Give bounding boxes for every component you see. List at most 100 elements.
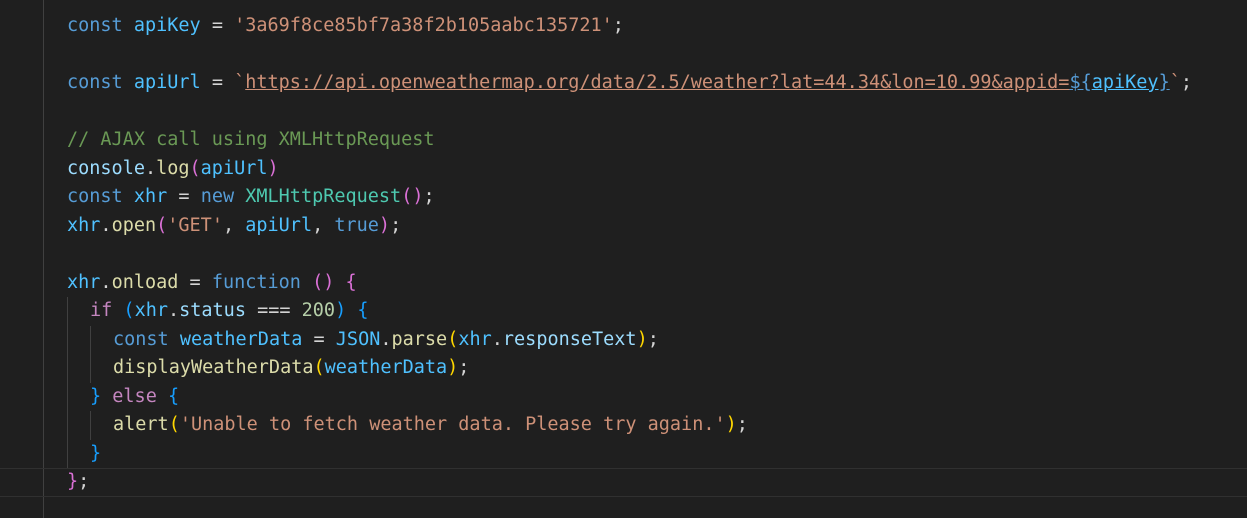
bracket: ()	[312, 272, 335, 293]
gutter-divider	[43, 0, 44, 518]
bracket: (	[156, 215, 168, 236]
indent-guide	[90, 326, 91, 383]
identifier: apiUrl	[133, 72, 201, 93]
code-line[interactable]: } else {	[90, 383, 179, 412]
keyword: true	[334, 215, 379, 236]
indent-guide	[67, 297, 68, 468]
bracket: (	[447, 329, 459, 350]
keyword: const	[113, 329, 169, 350]
keyword: const	[67, 15, 123, 36]
code-line[interactable]: const weatherData = JSON.parse(xhr.respo…	[113, 326, 659, 355]
identifier: xhr	[67, 272, 101, 293]
class-name: XMLHttpRequest	[245, 186, 402, 207]
bracket: (	[123, 300, 135, 321]
operator: =	[211, 15, 223, 36]
bracket: )	[636, 329, 648, 350]
identifier: xhr	[67, 215, 101, 236]
code-line[interactable]: const xhr = new XMLHttpRequest();	[67, 183, 435, 212]
function-name: alert	[113, 414, 169, 435]
punctuation: ;	[458, 357, 470, 378]
keyword: else	[112, 386, 157, 407]
punctuation: ;	[612, 15, 624, 36]
template-tick: `	[1169, 72, 1181, 93]
code-line[interactable]: }	[90, 440, 101, 469]
property-name: onload	[111, 272, 179, 293]
operator: =	[313, 329, 325, 350]
bracket: }	[90, 386, 102, 407]
punctuation: ;	[390, 215, 402, 236]
code-editor[interactable]: const apiKey = '3a69f8ce85bf7a38f2b105aa…	[0, 0, 1247, 518]
bracket: )	[447, 357, 459, 378]
bracket: {	[357, 300, 369, 321]
identifier: weatherData	[179, 329, 303, 350]
string-literal: 'Unable to fetch weather data. Please tr…	[179, 414, 726, 435]
punctuation: ;	[423, 186, 435, 207]
punctuation: .	[491, 329, 503, 350]
identifier: JSON	[335, 329, 381, 350]
identifier: xhr	[458, 329, 492, 350]
identifier: apiUrl	[245, 215, 313, 236]
function-name: displayWeatherData	[113, 357, 314, 378]
template-tick: `	[234, 72, 246, 93]
punctuation: ;	[78, 471, 90, 492]
method-name: open	[111, 215, 157, 236]
identifier: apiKey	[1091, 72, 1159, 93]
bracket: ()	[401, 186, 424, 207]
keyword: function	[211, 272, 301, 293]
string-literal: '3a69f8ce85bf7a38f2b105aabc135721'	[234, 15, 613, 36]
operator: =	[178, 186, 190, 207]
method-name: log	[156, 158, 190, 179]
identifier: xhr	[134, 300, 168, 321]
bracket: )	[335, 300, 347, 321]
keyword: const	[67, 186, 123, 207]
punctuation: .	[380, 329, 392, 350]
operator: =	[189, 272, 201, 293]
keyword: if	[90, 300, 113, 321]
template-interp-close: }	[1158, 72, 1170, 93]
keyword: const	[67, 72, 123, 93]
operator: ===	[257, 300, 291, 321]
punctuation: ;	[1180, 72, 1192, 93]
bracket: )	[725, 414, 737, 435]
punctuation: .	[144, 158, 157, 179]
comment: // AJAX call using XMLHttpRequest	[67, 129, 435, 150]
bracket: (	[168, 414, 180, 435]
punctuation: .	[167, 300, 180, 321]
bracket: (	[189, 158, 201, 179]
code-line[interactable]: xhr.open('GET', apiUrl, true);	[67, 212, 401, 241]
indent-guide	[90, 411, 91, 440]
identifier: xhr	[133, 186, 168, 207]
bracket: }	[67, 471, 79, 492]
code-line[interactable]: alert('Unable to fetch weather data. Ple…	[113, 411, 748, 440]
punctuation: ,	[222, 215, 235, 236]
code-line[interactable]: displayWeatherData(weatherData);	[113, 354, 469, 383]
code-line[interactable]: };	[67, 468, 89, 497]
string-literal: 'GET'	[167, 215, 223, 236]
punctuation: ;	[736, 414, 748, 435]
punctuation: ,	[312, 215, 324, 236]
code-line[interactable]: const apiKey = '3a69f8ce85bf7a38f2b105aa…	[67, 12, 624, 41]
identifier: console	[67, 158, 145, 179]
bracket: )	[378, 215, 391, 236]
bracket: )	[267, 158, 279, 179]
code-line[interactable]: const apiUrl = `https://api.openweatherm…	[67, 69, 1192, 98]
number-literal: 200	[301, 300, 336, 321]
identifier: apiUrl	[200, 158, 268, 179]
code-line[interactable]: if (xhr.status === 200) {	[90, 297, 369, 326]
punctuation: .	[100, 215, 112, 236]
keyword: new	[200, 186, 235, 207]
code-line[interactable]: console.log(apiUrl)	[67, 155, 279, 184]
code-line[interactable]: // AJAX call using XMLHttpRequest	[67, 126, 435, 155]
code-line[interactable]: xhr.onload = function () {	[67, 269, 357, 298]
template-interp-open: ${	[1069, 72, 1092, 93]
bracket: }	[90, 443, 102, 464]
punctuation: ;	[647, 329, 659, 350]
operator: =	[211, 72, 223, 93]
property-name: responseText	[502, 329, 637, 350]
method-name: parse	[391, 329, 448, 350]
url-link[interactable]: https://api.openweathermap.org/data/2.5/…	[245, 72, 1069, 93]
identifier: apiKey	[133, 15, 201, 36]
property-name: status	[179, 300, 246, 321]
punctuation: .	[100, 272, 112, 293]
identifier: weatherData	[324, 357, 448, 378]
